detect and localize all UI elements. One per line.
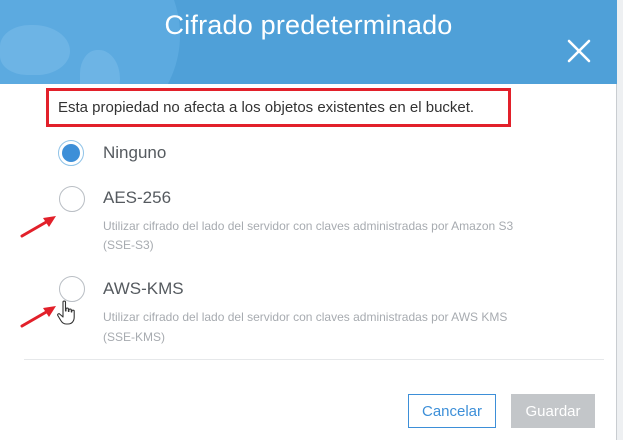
option-description-aes-256: Utilizar cifrado del lado del servidor c… [103,219,514,233]
option-description-aws-kms-suffix: (SSE-KMS) [103,330,166,344]
hand-pointer-icon [57,300,75,325]
radio-aws-kms[interactable] [59,276,85,302]
footer-divider [24,359,604,360]
option-description-aes-256-suffix: (SSE-S3) [103,238,154,252]
radio-aes-256[interactable] [59,186,85,212]
red-arrow-icon [20,216,56,238]
notice-text: Esta propiedad no afecta a los objetos e… [58,99,475,116]
option-label-aes-256[interactable]: AES-256 [103,188,171,208]
close-button[interactable] [564,36,594,66]
red-arrow-icon [20,306,56,328]
close-icon [567,39,591,63]
cancel-button[interactable]: Cancelar [408,394,496,428]
dialog-title: Cifrado predeterminado [164,10,453,40]
option-description-aws-kms: Utilizar cifrado del lado del servidor c… [103,310,508,324]
encryption-dialog: Cifrado predeterminado Esta propiedad no… [0,0,617,440]
radio-ninguno[interactable] [58,140,84,166]
option-label-ninguno[interactable]: Ninguno [103,143,166,163]
dialog-header: Cifrado predeterminado [0,0,617,84]
option-label-aws-kms[interactable]: AWS-KMS [103,279,184,299]
notice-message: Esta propiedad no afecta a los objetos e… [46,88,511,127]
save-button[interactable]: Guardar [511,394,595,428]
